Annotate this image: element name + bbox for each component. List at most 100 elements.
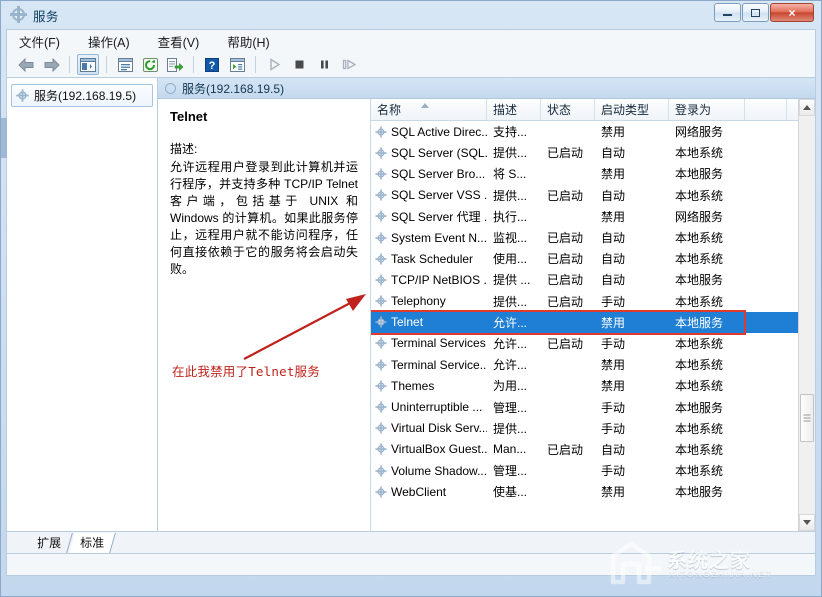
menu-file[interactable]: 文件(F) (16, 30, 63, 53)
cell-service-name: SQL Server Bro... (371, 167, 487, 181)
column-header-logon-as[interactable]: 登录为 (669, 99, 745, 120)
export-list-icon[interactable] (164, 54, 186, 75)
cell-logon-as: 本地服务 (669, 399, 745, 416)
cell-logon-as: 本地服务 (669, 271, 745, 288)
sort-ascending-icon (421, 103, 429, 108)
cell-status: 已启动 (541, 144, 595, 161)
cell-description: 提供 ... (487, 271, 541, 288)
menu-help[interactable]: 帮助(H) (224, 30, 272, 53)
close-button[interactable]: × (770, 3, 814, 22)
maximize-button[interactable] (742, 3, 769, 22)
tab-standard[interactable]: 标准 (69, 533, 116, 553)
cell-startup-type: 自动 (595, 187, 669, 204)
table-row[interactable]: Virtual Disk Serv...提供...手动本地系统 (371, 418, 815, 439)
services-list-scrollbar[interactable] (798, 99, 815, 531)
table-row[interactable]: SQL Server VSS ...提供...已启动自动本地系统 (371, 185, 815, 206)
table-row[interactable]: Themes为用...禁用本地系统 (371, 375, 815, 396)
annotation-text: 在此我禁用了Telnet服务 (172, 361, 320, 380)
service-description-panel: Telnet 描述: 允许远程用户登录到此计算机并运行程序，并支持多种 TCP/… (158, 99, 370, 531)
cell-description: 执行... (487, 208, 541, 225)
details-pane-title: 服务(192.168.19.5) (182, 80, 284, 97)
column-header-description[interactable]: 描述 (487, 99, 541, 120)
column-header-extra[interactable] (745, 99, 787, 120)
cell-description: 提供... (487, 144, 541, 161)
table-row[interactable]: Telephony提供...已启动手动本地系统 (371, 291, 815, 312)
table-row[interactable]: Uninterruptible ...管理...手动本地服务 (371, 396, 815, 417)
cell-description: 允许... (487, 314, 541, 331)
service-gear-icon (375, 274, 387, 286)
cell-service-name: SQL Server (SQL... (371, 146, 487, 160)
cell-description: 允许... (487, 335, 541, 352)
cell-logon-as: 本地系统 (669, 293, 745, 310)
service-name-label: Themes (391, 379, 434, 393)
cell-description: 管理... (487, 462, 541, 479)
help-icon[interactable]: ? (201, 54, 223, 75)
table-row[interactable]: Terminal Service...允许...禁用本地系统 (371, 354, 815, 375)
scrollbar-track[interactable] (799, 116, 815, 514)
title-bar: 服务 × (6, 2, 816, 29)
tab-extended[interactable]: 扩展 (26, 533, 73, 553)
stop-service-icon[interactable] (288, 54, 310, 75)
toolbar-separator (106, 56, 107, 73)
service-name-label: SQL Server Bro... (391, 167, 485, 181)
cell-logon-as: 本地系统 (669, 187, 745, 204)
column-header-status[interactable]: 状态 (541, 99, 595, 120)
properties-icon[interactable] (114, 54, 136, 75)
new-window-icon[interactable] (226, 54, 248, 75)
refresh-icon[interactable] (139, 54, 161, 75)
pause-service-icon[interactable] (313, 54, 335, 75)
table-row[interactable]: SQL Active Direc...支持...禁用网络服务 (371, 121, 815, 142)
status-bar (6, 554, 816, 576)
show-hide-tree-icon[interactable] (77, 54, 99, 75)
cell-startup-type: 禁用 (595, 483, 669, 500)
column-header-name[interactable]: 名称 (371, 99, 487, 120)
table-row[interactable]: Volume Shadow...管理...手动本地系统 (371, 460, 815, 481)
scroll-up-button[interactable] (799, 99, 815, 116)
menu-bar: 文件(F) 操作(A) 查看(V) 帮助(H) (6, 29, 816, 52)
table-row[interactable]: TCP/IP NetBIOS ...提供 ...已启动自动本地服务 (371, 269, 815, 290)
restart-service-icon[interactable] (338, 54, 360, 75)
tree-node-services[interactable]: 服务(192.168.19.5) (11, 84, 153, 107)
service-gear-icon (375, 465, 387, 477)
back-icon[interactable] (15, 54, 37, 75)
services-gear-icon (16, 89, 29, 102)
cell-service-name: Themes (371, 379, 487, 393)
cell-description: 提供... (487, 420, 541, 437)
menu-action[interactable]: 操作(A) (85, 30, 133, 53)
table-row[interactable]: SQL Server (SQL...提供...已启动自动本地系统 (371, 142, 815, 163)
svg-text:?: ? (209, 60, 216, 72)
table-row[interactable]: VirtualBox Guest...Man...已启动自动本地系统 (371, 439, 815, 460)
cell-service-name: System Event N... (371, 231, 487, 245)
table-row[interactable]: WebClient使基...禁用本地服务 (371, 481, 815, 502)
table-row[interactable]: Task Scheduler使用...已启动自动本地系统 (371, 248, 815, 269)
scroll-down-button[interactable] (799, 514, 815, 531)
table-row[interactable]: System Event N...监视...已启动自动本地系统 (371, 227, 815, 248)
table-row[interactable]: SQL Server Bro...将 S...禁用本地服务 (371, 163, 815, 184)
service-gear-icon (375, 126, 387, 138)
cell-status: 已启动 (541, 187, 595, 204)
cell-status: 已启动 (541, 229, 595, 246)
menu-view[interactable]: 查看(V) (155, 30, 203, 53)
service-gear-icon (375, 359, 387, 371)
service-gear-icon (375, 316, 387, 328)
cell-logon-as: 本地系统 (669, 144, 745, 161)
column-header-name-label: 名称 (377, 101, 401, 118)
table-row[interactable]: Terminal Services允许...已启动手动本地系统 (371, 333, 815, 354)
cell-startup-type: 自动 (595, 271, 669, 288)
scrollbar-thumb[interactable] (800, 394, 814, 442)
cell-logon-as: 本地服务 (669, 314, 745, 331)
cell-startup-type: 禁用 (595, 356, 669, 373)
table-row[interactable]: Telnet允许...禁用本地服务 (371, 312, 815, 333)
cell-description: 管理... (487, 399, 541, 416)
start-service-icon[interactable] (263, 54, 285, 75)
forward-icon[interactable] (40, 54, 62, 75)
services-gear-icon (12, 8, 28, 24)
service-gear-icon (375, 295, 387, 307)
cell-status: 已启动 (541, 250, 595, 267)
cell-description: 使用... (487, 250, 541, 267)
cell-startup-type: 手动 (595, 420, 669, 437)
column-header-startup-type[interactable]: 启动类型 (595, 99, 669, 120)
minimize-button[interactable] (714, 3, 741, 22)
table-row[interactable]: SQL Server 代理 ...执行...禁用网络服务 (371, 206, 815, 227)
cell-logon-as: 本地服务 (669, 165, 745, 182)
